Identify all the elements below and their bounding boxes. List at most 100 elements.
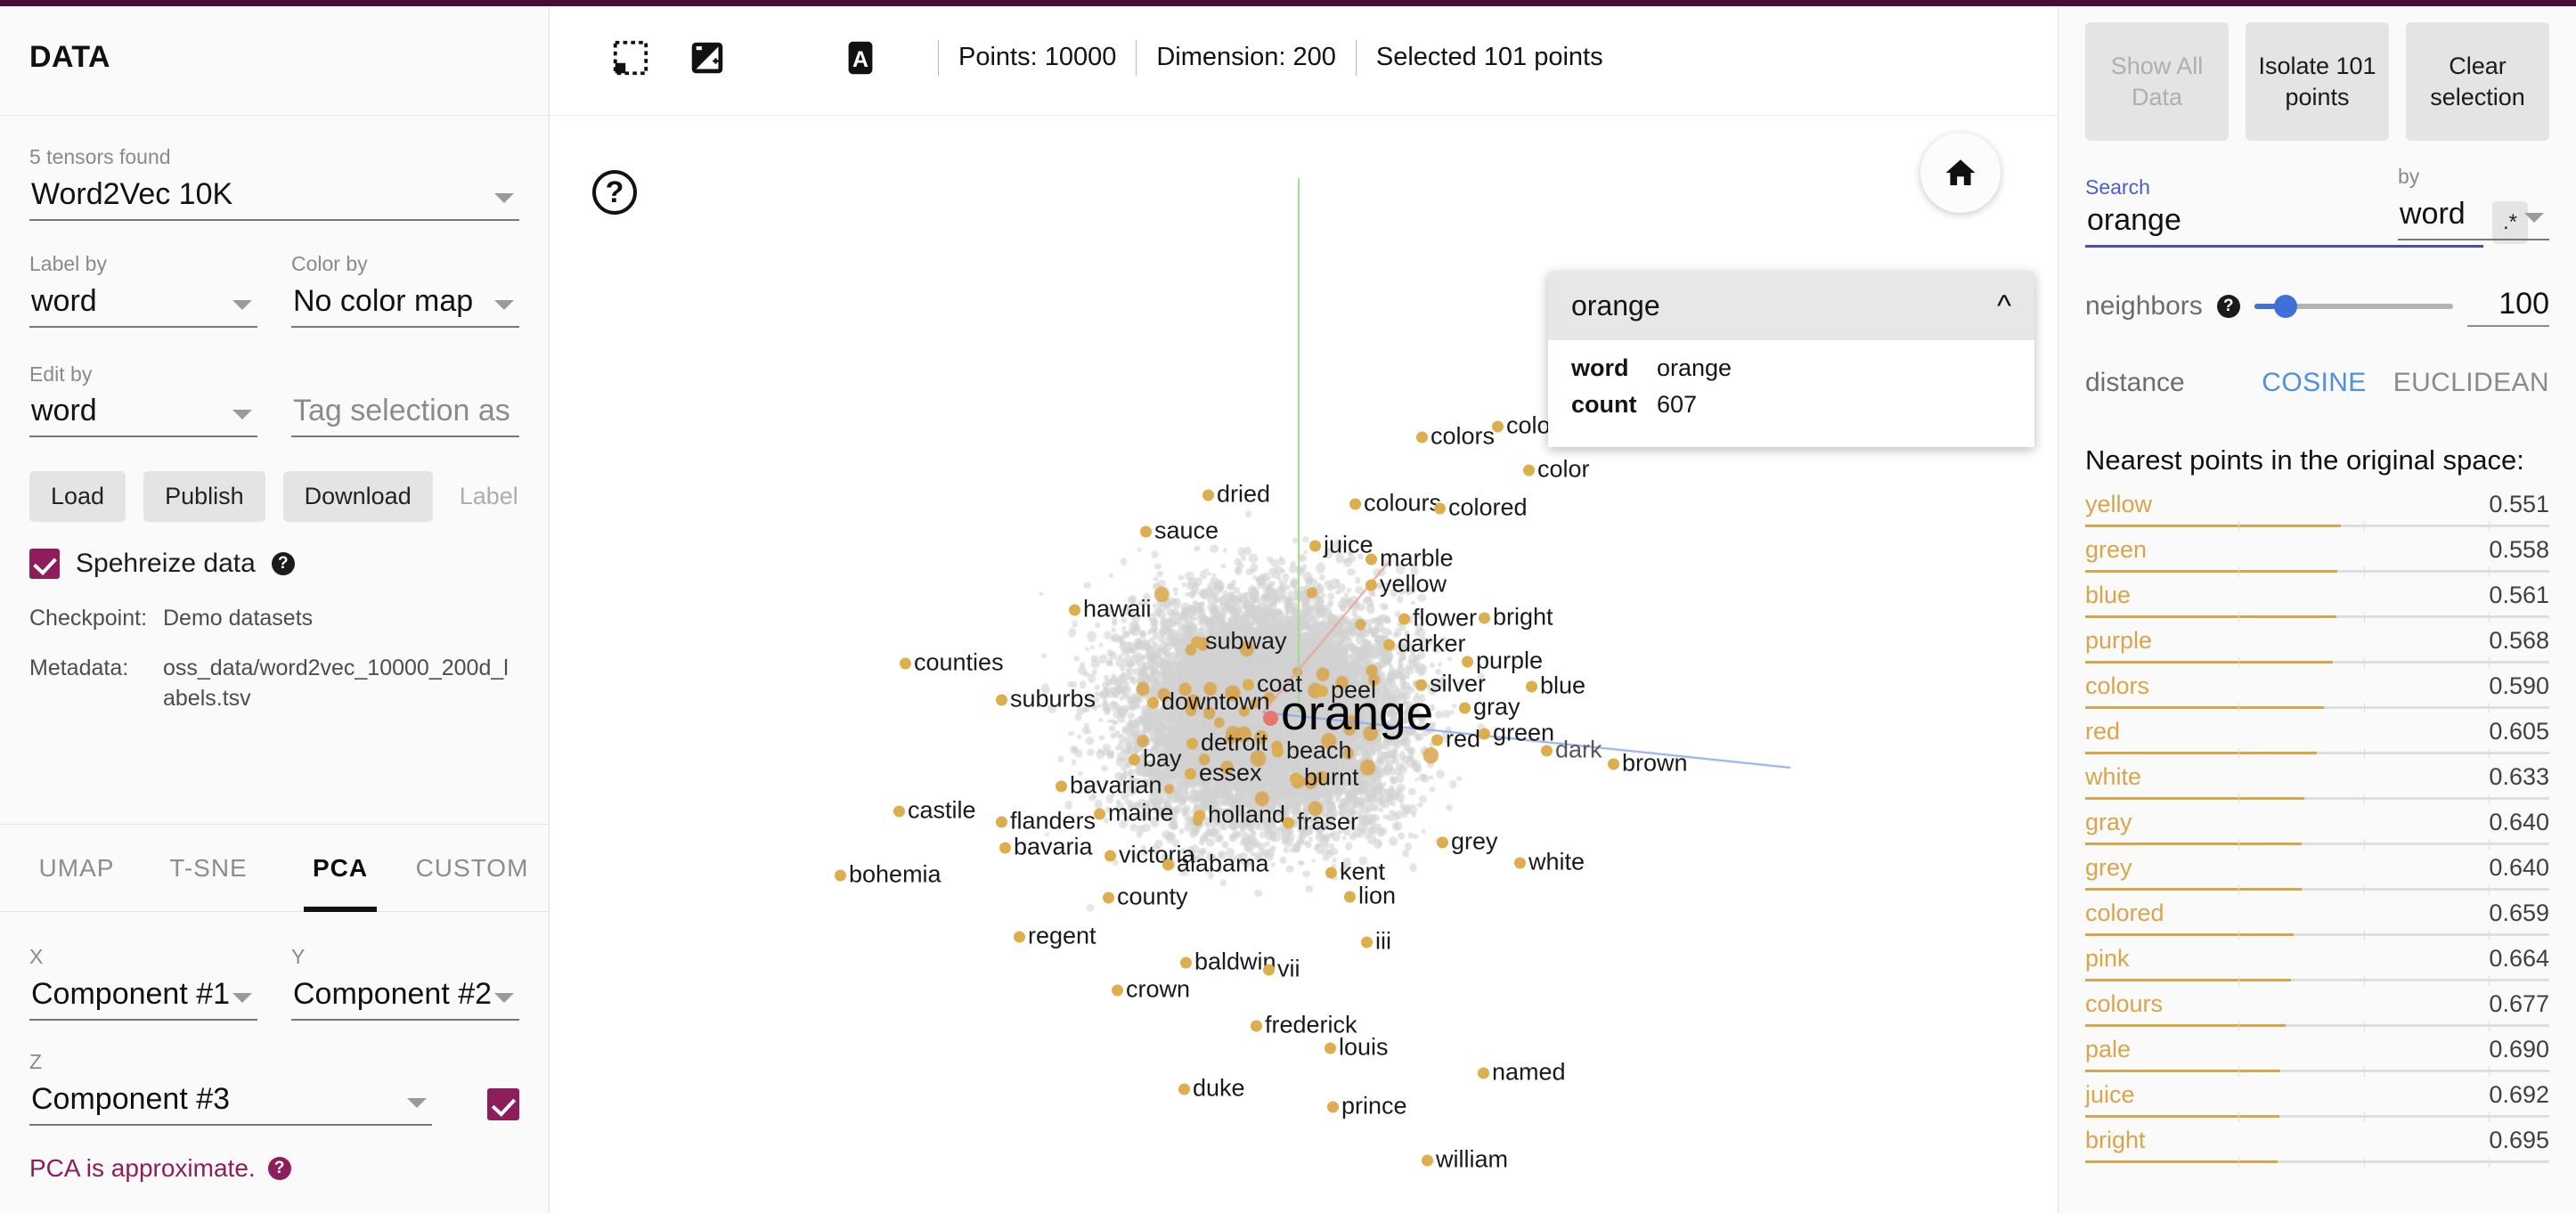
- select-box-icon[interactable]: [592, 37, 669, 78]
- neighbor-tick: [2238, 929, 2239, 940]
- clear-selection-button[interactable]: Clear selection: [2406, 22, 2549, 141]
- checkpoint-row: Checkpoint: Demo datasets: [29, 604, 519, 634]
- nearest-points-title: Nearest points in the original space:: [2085, 444, 2524, 476]
- chevron-down-icon[interactable]: [494, 299, 514, 310]
- neighbor-bar-fill: [2085, 978, 2292, 981]
- help-icon[interactable]: ?: [2216, 295, 2240, 319]
- chevron-down-icon[interactable]: [232, 410, 252, 420]
- neighbor-word[interactable]: colored: [2085, 900, 2164, 927]
- distance-label: distance: [2085, 367, 2185, 397]
- top-accent-bar: [0, 0, 2576, 6]
- list-item[interactable]: pink 0.664: [2085, 943, 2549, 989]
- projection-tabs-wrap: UMAP T-SNE PCA CUSTOM X Component #1 Y C…: [0, 824, 549, 1183]
- neighbor-word[interactable]: colours: [2085, 990, 2163, 1018]
- neighbor-word[interactable]: blue: [2085, 582, 2131, 609]
- tab-custom[interactable]: CUSTOM: [406, 825, 538, 912]
- pca-y-label: Y: [291, 945, 306, 968]
- pca-3d-checkbox[interactable]: [487, 1087, 519, 1120]
- neighbor-distance: 0.690: [2489, 1035, 2549, 1062]
- pca-z-selector[interactable]: Z Component #3: [29, 1049, 432, 1133]
- sphereize-row: Spehreize data ?: [29, 549, 519, 580]
- distance-option-euclidean[interactable]: EUCLIDEAN: [2393, 368, 2549, 398]
- neighbor-word[interactable]: purple: [2085, 627, 2152, 655]
- chevron-down-icon[interactable]: [407, 1097, 427, 1108]
- neighbors-slider[interactable]: [2254, 295, 2453, 319]
- slider-thumb[interactable]: [2274, 295, 2298, 319]
- chevron-down-icon[interactable]: [494, 992, 514, 1003]
- list-item[interactable]: grey 0.640: [2085, 852, 2549, 898]
- list-item[interactable]: yellow 0.551: [2085, 489, 2549, 534]
- sphereize-checkbox[interactable]: [29, 549, 60, 580]
- label-button: Label: [451, 471, 540, 522]
- download-button[interactable]: Download: [282, 471, 433, 523]
- load-button[interactable]: Load: [29, 471, 126, 523]
- selected-points-label: Selected 101 points: [1375, 43, 1603, 71]
- labels-icon[interactable]: A: [822, 37, 899, 78]
- neighbor-word[interactable]: juice: [2085, 1081, 2135, 1109]
- neighbors-value[interactable]: 100: [2467, 287, 2549, 327]
- pca-y-selector[interactable]: Y Component #2: [291, 944, 519, 1028]
- pca-x-selector[interactable]: X Component #1: [29, 944, 257, 1028]
- edit-by-label: Edit by: [29, 362, 93, 386]
- neighbor-tick: [2363, 1065, 2365, 1077]
- tab-tsne[interactable]: T-SNE: [143, 825, 274, 912]
- chevron-up-icon[interactable]: ^: [1997, 291, 2011, 322]
- publish-button[interactable]: Publish: [143, 471, 265, 523]
- list-item[interactable]: red 0.605: [2085, 716, 2549, 761]
- neighbor-word[interactable]: pale: [2085, 1036, 2131, 1063]
- neighbor-word[interactable]: green: [2085, 536, 2147, 564]
- tab-umap[interactable]: UMAP: [11, 825, 143, 912]
- list-item[interactable]: juice 0.692: [2085, 1079, 2549, 1125]
- chevron-down-icon[interactable]: [494, 192, 514, 203]
- chevron-down-icon[interactable]: [2524, 212, 2544, 223]
- label-by-label: Label by: [29, 251, 107, 275]
- scatter-plot[interactable]: ? colour colors color dried colours colored sa…: [550, 117, 2058, 1213]
- help-icon[interactable]: ?: [267, 1156, 291, 1180]
- neighbor-word[interactable]: gray: [2085, 809, 2132, 836]
- isolate-points-button[interactable]: Isolate 101 points: [2246, 22, 2389, 141]
- list-item[interactable]: purple 0.568: [2085, 625, 2549, 671]
- list-item[interactable]: green 0.558: [2085, 534, 2549, 580]
- neighbor-word[interactable]: pink: [2085, 945, 2130, 973]
- neighbor-bar-fill: [2085, 615, 2336, 618]
- list-item[interactable]: colored 0.659: [2085, 898, 2549, 943]
- neighbor-tick: [2489, 883, 2490, 895]
- image-contrast-icon[interactable]: [669, 37, 746, 78]
- tensor-selector[interactable]: 5 tensors found Word2Vec 10K: [29, 144, 519, 221]
- neighbor-bar-fill: [2085, 660, 2334, 663]
- edit-by-selector[interactable]: Edit by word: [29, 362, 257, 445]
- neighbor-word[interactable]: white: [2085, 763, 2141, 791]
- search-by-selector[interactable]: by word: [2398, 164, 2549, 248]
- list-item[interactable]: colors 0.590: [2085, 671, 2549, 716]
- neighbor-tick: [2489, 702, 2490, 713]
- chevron-down-icon[interactable]: [232, 992, 252, 1003]
- distance-option-cosine[interactable]: COSINE: [2262, 368, 2366, 398]
- projection-tabs: UMAP T-SNE PCA CUSTOM: [0, 825, 549, 912]
- neighbor-tick: [2363, 520, 2365, 532]
- search-by-label: by: [2398, 165, 2420, 188]
- home-icon[interactable]: [1920, 133, 2001, 213]
- neighbor-word[interactable]: bright: [2085, 1127, 2146, 1154]
- list-item[interactable]: bright 0.695: [2085, 1125, 2549, 1170]
- tag-selection-field[interactable]: Tag selection as: [291, 362, 519, 445]
- color-by-selector[interactable]: Color by No color map: [291, 251, 519, 335]
- neighbor-word[interactable]: yellow: [2085, 491, 2152, 518]
- list-item[interactable]: colours 0.677: [2085, 989, 2549, 1034]
- list-item[interactable]: gray 0.640: [2085, 807, 2549, 852]
- list-item[interactable]: white 0.633: [2085, 761, 2549, 807]
- help-icon[interactable]: ?: [271, 552, 295, 576]
- label-by-selector[interactable]: Label by word: [29, 251, 257, 335]
- help-icon[interactable]: ?: [592, 170, 637, 215]
- tab-pca[interactable]: PCA: [274, 825, 406, 912]
- selected-point-card-header[interactable]: orange ^: [1548, 272, 2034, 340]
- list-item[interactable]: pale 0.690: [2085, 1034, 2549, 1079]
- show-all-data-button: Show All Data: [2085, 22, 2229, 141]
- neighbor-tick: [2489, 1065, 2490, 1077]
- neighbor-word[interactable]: red: [2085, 718, 2120, 745]
- night-mode-icon[interactable]: [746, 37, 822, 78]
- neighbor-word[interactable]: colors: [2085, 672, 2149, 700]
- list-item[interactable]: blue 0.561: [2085, 580, 2549, 625]
- neighbor-word[interactable]: grey: [2085, 854, 2132, 882]
- chevron-down-icon[interactable]: [232, 299, 252, 310]
- sidebar-header: DATA: [0, 0, 549, 116]
